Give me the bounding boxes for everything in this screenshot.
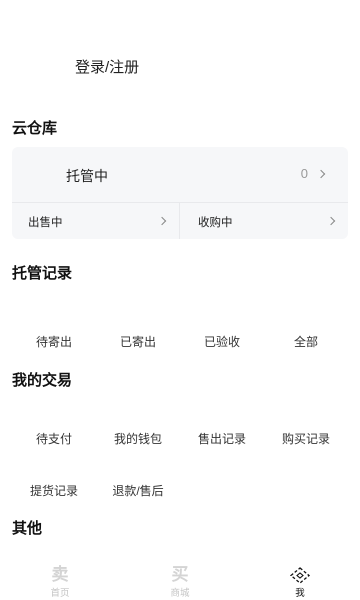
- selling-label: 出售中: [28, 217, 63, 229]
- purchasing-row[interactable]: 收购中: [180, 203, 348, 239]
- all-records-button[interactable]: 全部: [264, 333, 348, 350]
- inspected-button[interactable]: 已验收: [180, 333, 264, 350]
- hosting-label: 托管中: [66, 168, 108, 184]
- pending-send-button[interactable]: 待寄出: [12, 333, 96, 350]
- purchase-records-button[interactable]: 购买记录: [264, 430, 348, 447]
- profile-diamond-icon: [240, 566, 360, 584]
- tab-me[interactable]: 我: [240, 566, 360, 599]
- cloud-warehouse-title: 云仓库: [12, 120, 58, 137]
- chevron-right-icon: [326, 216, 336, 226]
- tab-home[interactable]: 卖 首页: [0, 565, 120, 600]
- my-trades-title: 我的交易: [12, 372, 73, 389]
- tab-home-label: 首页: [50, 588, 70, 599]
- profile-page: 登录/注册 云仓库 托管中 0 出售中 收购中 托管记录 待寄出 已寄出 已验收…: [0, 0, 360, 600]
- hosting-count: 0: [300, 166, 308, 181]
- tab-mall-label: 商城: [170, 588, 190, 599]
- sales-records-button[interactable]: 售出记录: [180, 430, 264, 447]
- chevron-right-icon: [316, 169, 326, 179]
- cloud-warehouse-card: 托管中 0 出售中 收购中: [12, 147, 348, 239]
- tab-me-label: 我: [295, 588, 305, 599]
- pickup-records-button[interactable]: 提货记录: [12, 482, 96, 499]
- buy-glyph-icon: 买: [171, 565, 189, 584]
- login-register-link[interactable]: 登录/注册: [75, 56, 139, 77]
- hosting-row[interactable]: 托管中 0: [12, 147, 348, 203]
- bottom-tab-bar: 卖 首页 买 商城 我: [0, 560, 360, 600]
- purchasing-label: 收购中: [198, 217, 233, 229]
- hosting-records-title: 托管记录: [12, 265, 73, 282]
- selling-row[interactable]: 出售中: [12, 203, 180, 239]
- tab-mall[interactable]: 买 商城: [120, 565, 240, 600]
- sent-button[interactable]: 已寄出: [96, 333, 180, 350]
- chevron-right-icon: [157, 216, 167, 226]
- refund-aftersales-button[interactable]: 退款/售后: [96, 482, 180, 499]
- my-wallet-button[interactable]: 我的钱包: [96, 430, 180, 447]
- sell-glyph-icon: 卖: [51, 565, 69, 584]
- other-title: 其他: [12, 520, 43, 537]
- pending-payment-button[interactable]: 待支付: [12, 430, 96, 447]
